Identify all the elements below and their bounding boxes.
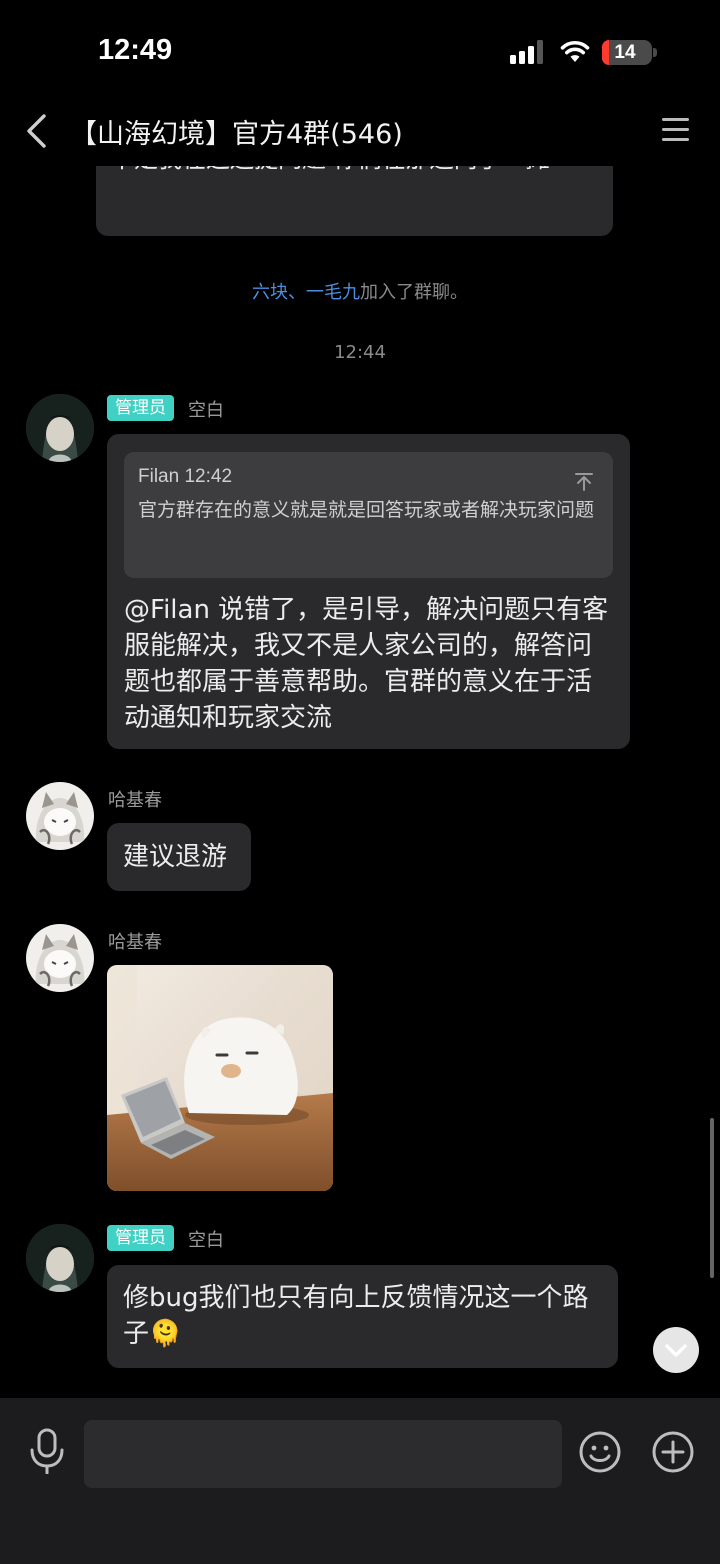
plus-circle-icon[interactable] (651, 1430, 695, 1474)
status-time: 12:49 (98, 34, 173, 66)
message-input[interactable] (84, 1420, 562, 1488)
chat-title: 【山海幻境】官方4群(546) (70, 119, 403, 150)
input-bar (0, 1398, 720, 1564)
message-text-body: 修bug我们也只有向上反馈情况这一个路子 (123, 1283, 589, 1349)
message-text: 建议退游 (123, 842, 228, 872)
sender-name[interactable]: 哈基春 (108, 786, 162, 812)
chevron-down-icon (665, 1344, 687, 1357)
admin-badge: 管理员 (107, 1225, 174, 1251)
avatar[interactable] (26, 924, 94, 992)
name-separator: 、 (288, 282, 306, 303)
wifi-icon (560, 40, 590, 62)
battery-indicator: 14 (602, 40, 652, 65)
quoted-message[interactable]: Filan 12:42 官方群存在的意义就是就是回答玩家或者解决玩家问题 (124, 452, 613, 578)
avatar[interactable] (26, 1224, 94, 1292)
battery-cap (653, 48, 657, 57)
join-notice-text: 加入了群聊。 (360, 282, 468, 303)
admin-badge: 管理员 (107, 395, 174, 421)
scroll-to-bottom-button[interactable] (653, 1327, 699, 1373)
melting-face-emoji: 🫠 (149, 1319, 182, 1349)
scroll-to-top-icon[interactable] (574, 472, 594, 492)
scrollbar[interactable] (710, 1118, 714, 1278)
sender-name[interactable]: 空白 (188, 1226, 224, 1252)
joined-user-link[interactable]: 六块 (252, 282, 288, 303)
quoted-text: 官方群存在的意义就是就是回答玩家或者解决玩家问题 (138, 499, 595, 521)
time-divider: 12:44 (334, 342, 386, 363)
smiley-face-icon[interactable] (578, 1430, 622, 1474)
sender-name[interactable]: 哈基春 (108, 928, 162, 954)
message-bubble-reply[interactable]: Filan 12:42 官方群存在的意义就是就是回答玩家或者解决玩家问题 @Fi… (107, 434, 630, 749)
sticker-image[interactable] (107, 965, 333, 1191)
message-bubble-previous[interactable]: 不是我在这边提问题 你们在那边两手一摊 (96, 166, 613, 236)
avatar[interactable] (26, 394, 94, 462)
joined-user-link[interactable]: 一毛九 (306, 282, 360, 303)
avatar[interactable] (26, 782, 94, 850)
quoted-author-time: Filan 12:42 (138, 466, 233, 487)
hamburger-menu-icon[interactable] (660, 114, 692, 144)
microphone-icon[interactable] (28, 1428, 66, 1474)
message-text: 修bug我们也只有向上反馈情况这一个路子🫠 (123, 1280, 602, 1352)
chat-message-list[interactable]: 不是我在这边提问题 你们在那边两手一摊 六块、一毛九加入了群聊。 12:44 管… (0, 166, 720, 1398)
battery-level-text: 14 (614, 42, 636, 63)
sender-name[interactable]: 空白 (188, 396, 224, 422)
join-notice: 六块、一毛九加入了群聊。 (0, 278, 720, 304)
message-text: 不是我在这边提问题 你们在那边两手一摊 (110, 166, 599, 176)
back-button[interactable] (20, 110, 56, 152)
message-bubble[interactable]: 修bug我们也只有向上反馈情况这一个路子🫠 (107, 1265, 618, 1368)
message-text: @Filan 说错了，是引导，解决问题只有客服能解决，我又不是人家公司的，解答问… (124, 595, 609, 733)
cellular-signal-icon (510, 40, 543, 64)
message-bubble[interactable]: 建议退游 (107, 823, 251, 891)
